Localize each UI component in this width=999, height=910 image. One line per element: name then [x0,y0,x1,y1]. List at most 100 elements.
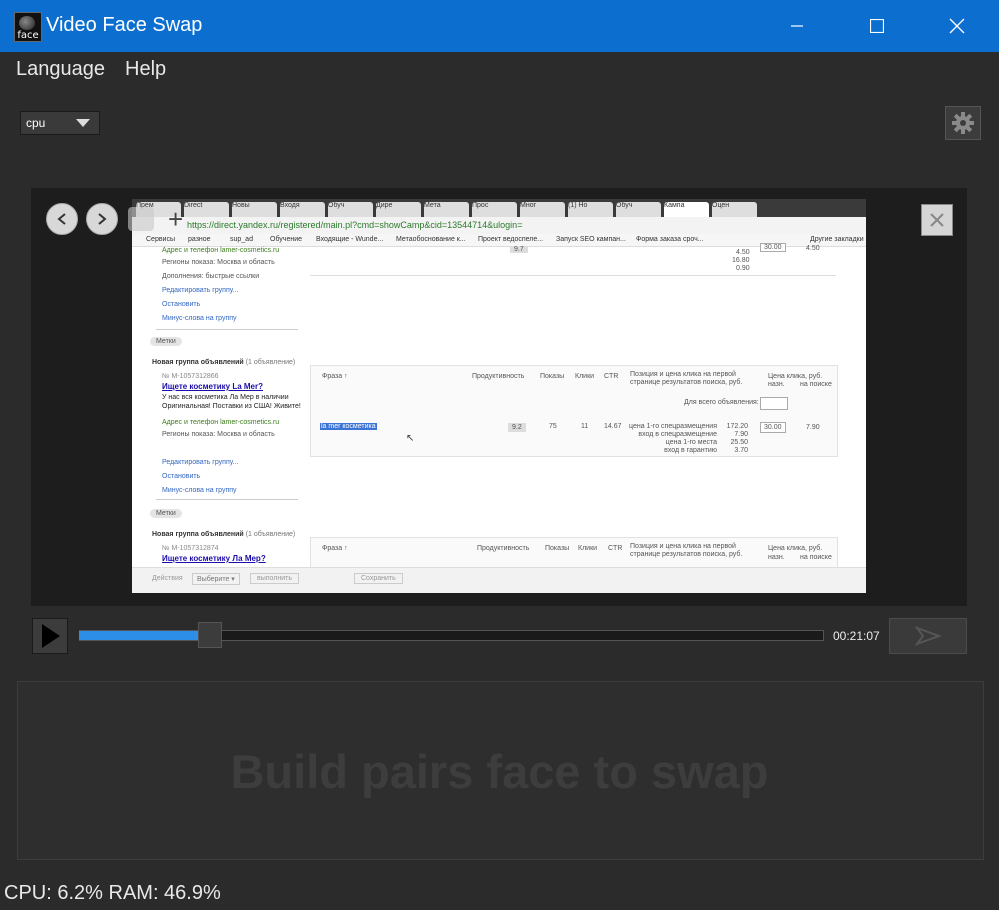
stop-link: Остановить [162,473,201,480]
labels-tag: Метки [150,509,182,518]
minus-words-link: Минус-слова на группу [162,487,237,494]
menu-help[interactable]: Help [125,58,166,81]
col-price-search: на поиске [800,554,832,561]
window-title: Video Face Swap [46,14,203,36]
col-price: Цена клика, руб. [768,545,823,552]
col-price-assigned: назн. [768,381,785,388]
browser-tab: Direct [184,202,229,217]
browser-tab: Дире [376,202,421,217]
col-shows: Показы [540,373,565,380]
col-productivity: Продуктивность [472,373,525,380]
position-label: цена 1-го спецразмещения [629,423,717,430]
gear-icon [952,112,974,134]
bookmark: Обучение [270,236,303,243]
chevron-left-icon [57,213,66,225]
col-ctr: CTR [608,545,623,552]
face-pairs-placeholder: Build pairs face to swap [230,745,769,798]
bookmark: Другие закладки [810,236,864,243]
chevron-down-icon [76,119,90,127]
app-icon-label: face [17,30,39,41]
bookmark: Сервисы [146,236,176,243]
contact-link: Адрес и телефон [162,247,219,254]
minus-words-link: Минус-слова на группу [162,315,237,322]
bookmark: Запуск SEO кампан... [556,236,626,243]
browser-tab: Обуч [616,202,661,217]
actions-label: Действия [152,575,183,582]
ctr-value: 14.67 [604,423,622,430]
maximize-button[interactable] [854,0,900,52]
position-label: вход в спецразмещение [638,431,717,438]
for-all-label: Для всего объявления: [684,399,759,406]
device-select[interactable]: cpu [20,111,100,135]
next-frame-button[interactable] [86,203,118,235]
shows-value: 75 [549,423,557,430]
position-price: 172.20 [726,423,748,430]
group-title: Новая группа объявлений [152,359,244,366]
col-clicks: Клики [575,373,595,380]
group-count: (1 объявление) [245,531,296,538]
contact-domain: lamer-cosmetics.ru [220,247,280,254]
col-productivity: Продуктивность [477,545,530,552]
browser-tab: Прос [472,202,517,217]
ad-title: Ищете косметику Ла Мер? [162,554,266,563]
position-label: вход в гарантию [664,447,717,454]
mouse-cursor-icon: ↖ [406,433,415,444]
browser-bookmarks-bar: Сервисы разное sup_ad Обучение Входящие … [132,234,866,247]
play-button[interactable] [32,618,68,654]
position-price: 7.90 [734,431,748,438]
col-ctr: CTR [604,373,619,380]
browser-tab: Мног [520,202,565,217]
ad-title: Ищете косметику La Mer? [162,382,264,391]
price-value: 16.80 [732,257,750,264]
timeline-thumb[interactable] [198,622,222,648]
browser-tab: Мета [424,202,469,217]
add-face-icon[interactable]: + [168,206,183,232]
position-label: цена 1-го места [665,439,717,446]
execute-button: выполнить [250,573,299,584]
save-frame-icon[interactable] [128,207,154,231]
ram-usage: RAM: 46.9% [108,882,221,904]
position-price: 25.50 [730,439,748,446]
col-price-assigned: назн. [768,554,785,561]
minimize-button[interactable] [774,0,820,52]
regions-text: Регионы показа: Москва и область [162,259,275,266]
bookmark: Форма заказа сроч... [636,236,704,243]
chevron-right-icon [98,213,107,225]
bookmark: Проект ведоспеле... [478,236,544,243]
menu-language[interactable]: Language [16,58,105,81]
cpu-usage: CPU: 6.2% [4,882,103,904]
close-button[interactable] [934,0,980,52]
browser-tab: Оцен [712,202,757,217]
browser-tab: (1) Но [568,202,613,217]
bookmark: sup_ad [230,236,253,243]
price-value: 4.50 [736,249,750,256]
group-count: (1 объявление) [245,359,296,366]
time-readout: 00:21:07 [833,629,880,643]
price-value: 0.90 [736,265,750,272]
prev-frame-button[interactable] [46,203,78,235]
col-shows: Показы [545,545,570,552]
col-price: Цена клика, руб. [768,373,823,380]
close-preview-button[interactable] [921,204,953,236]
ad-number: № M-1057312866 [162,373,219,380]
app-face-icon: face [14,12,42,42]
play-icon [42,624,60,648]
search-price: 7.90 [806,424,820,431]
bookmark: Входящие - Wunde... [316,236,384,243]
save-changes-button: Сохранить [354,573,403,584]
extras-text: Дополнения: быстрые ссылки [162,273,260,280]
device-select-value: cpu [26,116,46,130]
position-price: 3.70 [734,447,748,454]
actions-select: Выберите ▾ [192,573,240,585]
col-price-search: на поиске [800,381,832,388]
browser-tab: Новы [232,202,277,217]
minimize-icon [791,25,803,27]
bookmark: разное [188,236,211,243]
regions-text: Регионы показа: Москва и область [162,431,275,438]
bookmark: Метаобоснование к... [396,236,466,243]
col-position: Позиция и цена клика на первой странице … [630,371,743,386]
timeline-progress [79,631,198,640]
settings-button[interactable] [945,106,981,140]
labels-tag: Метки [150,337,182,346]
swap-next-button[interactable] [889,618,967,654]
